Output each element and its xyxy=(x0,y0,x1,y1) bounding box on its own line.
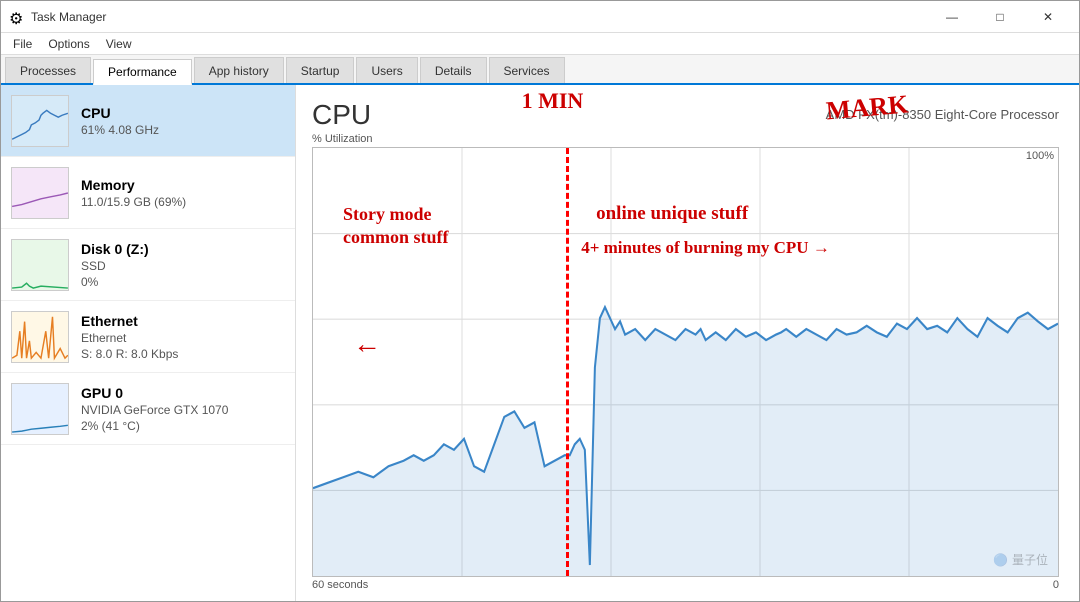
y-max-label: 100% xyxy=(1026,150,1054,162)
resource-item-gpu[interactable]: GPU 0 NVIDIA GeForce GTX 1070 2% (41 °C) xyxy=(1,373,295,445)
one-min-marker xyxy=(566,148,569,576)
title-bar-text: Task Manager xyxy=(31,10,929,24)
resource-item-memory[interactable]: Memory 11.0/15.9 GB (69%) xyxy=(1,157,295,229)
gpu-thumbnail xyxy=(11,383,69,435)
title-bar-controls: — □ ✕ xyxy=(929,1,1071,33)
left-panel: CPU 61% 4.08 GHz Memory 11.0/15.9 GB (69… xyxy=(1,85,296,601)
task-manager-window: ⚙ Task Manager — □ ✕ File Options View P… xyxy=(0,0,1080,602)
close-button[interactable]: ✕ xyxy=(1025,1,1071,33)
tab-performance[interactable]: Performance xyxy=(93,59,192,85)
ethernet-info: Ethernet Ethernet S: 8.0 R: 8.0 Kbps xyxy=(81,313,285,361)
menu-view[interactable]: View xyxy=(98,35,140,53)
chart-area: 100% xyxy=(312,147,1059,577)
memory-info: Memory 11.0/15.9 GB (69%) xyxy=(81,177,285,209)
resource-item-ethernet[interactable]: Ethernet Ethernet S: 8.0 R: 8.0 Kbps xyxy=(1,301,295,373)
tab-details[interactable]: Details xyxy=(420,57,487,83)
disk-thumbnail xyxy=(11,239,69,291)
ethernet-thumbnail xyxy=(11,311,69,363)
disk-info: Disk 0 (Z:) SSD 0% xyxy=(81,241,285,289)
ethernet-name: Ethernet xyxy=(81,313,285,329)
tab-bar: Processes Performance App history Startu… xyxy=(1,55,1079,85)
annotation-online: online unique stuff xyxy=(596,203,748,225)
disk-detail1: SSD xyxy=(81,259,285,273)
disk-name: Disk 0 (Z:) xyxy=(81,241,285,257)
y-axis-label: % Utilization xyxy=(312,133,1059,145)
title-bar: ⚙ Task Manager — □ ✕ xyxy=(1,1,1079,33)
memory-thumbnail xyxy=(11,167,69,219)
cpu-name: CPU xyxy=(81,105,285,121)
chart-header: CPU AMD FX(tm)-8350 Eight-Core Processor xyxy=(312,99,1059,131)
tab-startup[interactable]: Startup xyxy=(286,57,355,83)
menu-options[interactable]: Options xyxy=(40,35,97,53)
cpu-detail: 61% 4.08 GHz xyxy=(81,123,285,137)
menu-file[interactable]: File xyxy=(5,35,40,53)
maximize-button[interactable]: □ xyxy=(977,1,1023,33)
cpu-info: CPU 61% 4.08 GHz xyxy=(81,105,285,137)
tab-app-history[interactable]: App history xyxy=(194,57,284,83)
gpu-name: GPU 0 xyxy=(81,385,285,401)
tab-processes[interactable]: Processes xyxy=(5,57,91,83)
annotation-1min: 1 MIN xyxy=(522,88,584,114)
app-icon: ⚙ xyxy=(9,9,25,25)
gpu-detail1: NVIDIA GeForce GTX 1070 xyxy=(81,403,285,417)
memory-name: Memory xyxy=(81,177,285,193)
gpu-info: GPU 0 NVIDIA GeForce GTX 1070 2% (41 °C) xyxy=(81,385,285,433)
resource-item-cpu[interactable]: CPU 61% 4.08 GHz xyxy=(1,85,295,157)
tab-users[interactable]: Users xyxy=(356,57,417,83)
x-label-left: 60 seconds xyxy=(312,579,368,591)
annotation-story-mode: Story modecommon stuff xyxy=(343,203,449,250)
cpu-thumbnail xyxy=(11,95,69,147)
chart-title: CPU xyxy=(312,99,371,131)
x-axis-labels: 60 seconds 0 xyxy=(312,579,1059,591)
memory-detail: 11.0/15.9 GB (69%) xyxy=(81,195,285,209)
annotation-burning: 4+ minutes of burning my CPU → xyxy=(581,238,830,258)
watermark: 🔵 量子位 xyxy=(993,551,1048,568)
ethernet-detail1: Ethernet xyxy=(81,331,285,345)
gpu-detail2: 2% (41 °C) xyxy=(81,419,285,433)
ethernet-detail2: S: 8.0 R: 8.0 Kbps xyxy=(81,347,285,361)
tab-services[interactable]: Services xyxy=(489,57,565,83)
right-panel: CPU AMD FX(tm)-8350 Eight-Core Processor… xyxy=(296,85,1079,601)
x-label-right: 0 xyxy=(1053,579,1059,591)
minimize-button[interactable]: — xyxy=(929,1,975,33)
resource-item-disk[interactable]: Disk 0 (Z:) SSD 0% xyxy=(1,229,295,301)
disk-detail2: 0% xyxy=(81,275,285,289)
main-content: CPU 61% 4.08 GHz Memory 11.0/15.9 GB (69… xyxy=(1,85,1079,601)
menu-bar: File Options View xyxy=(1,33,1079,55)
annotation-arrow-left: ← xyxy=(353,328,381,360)
